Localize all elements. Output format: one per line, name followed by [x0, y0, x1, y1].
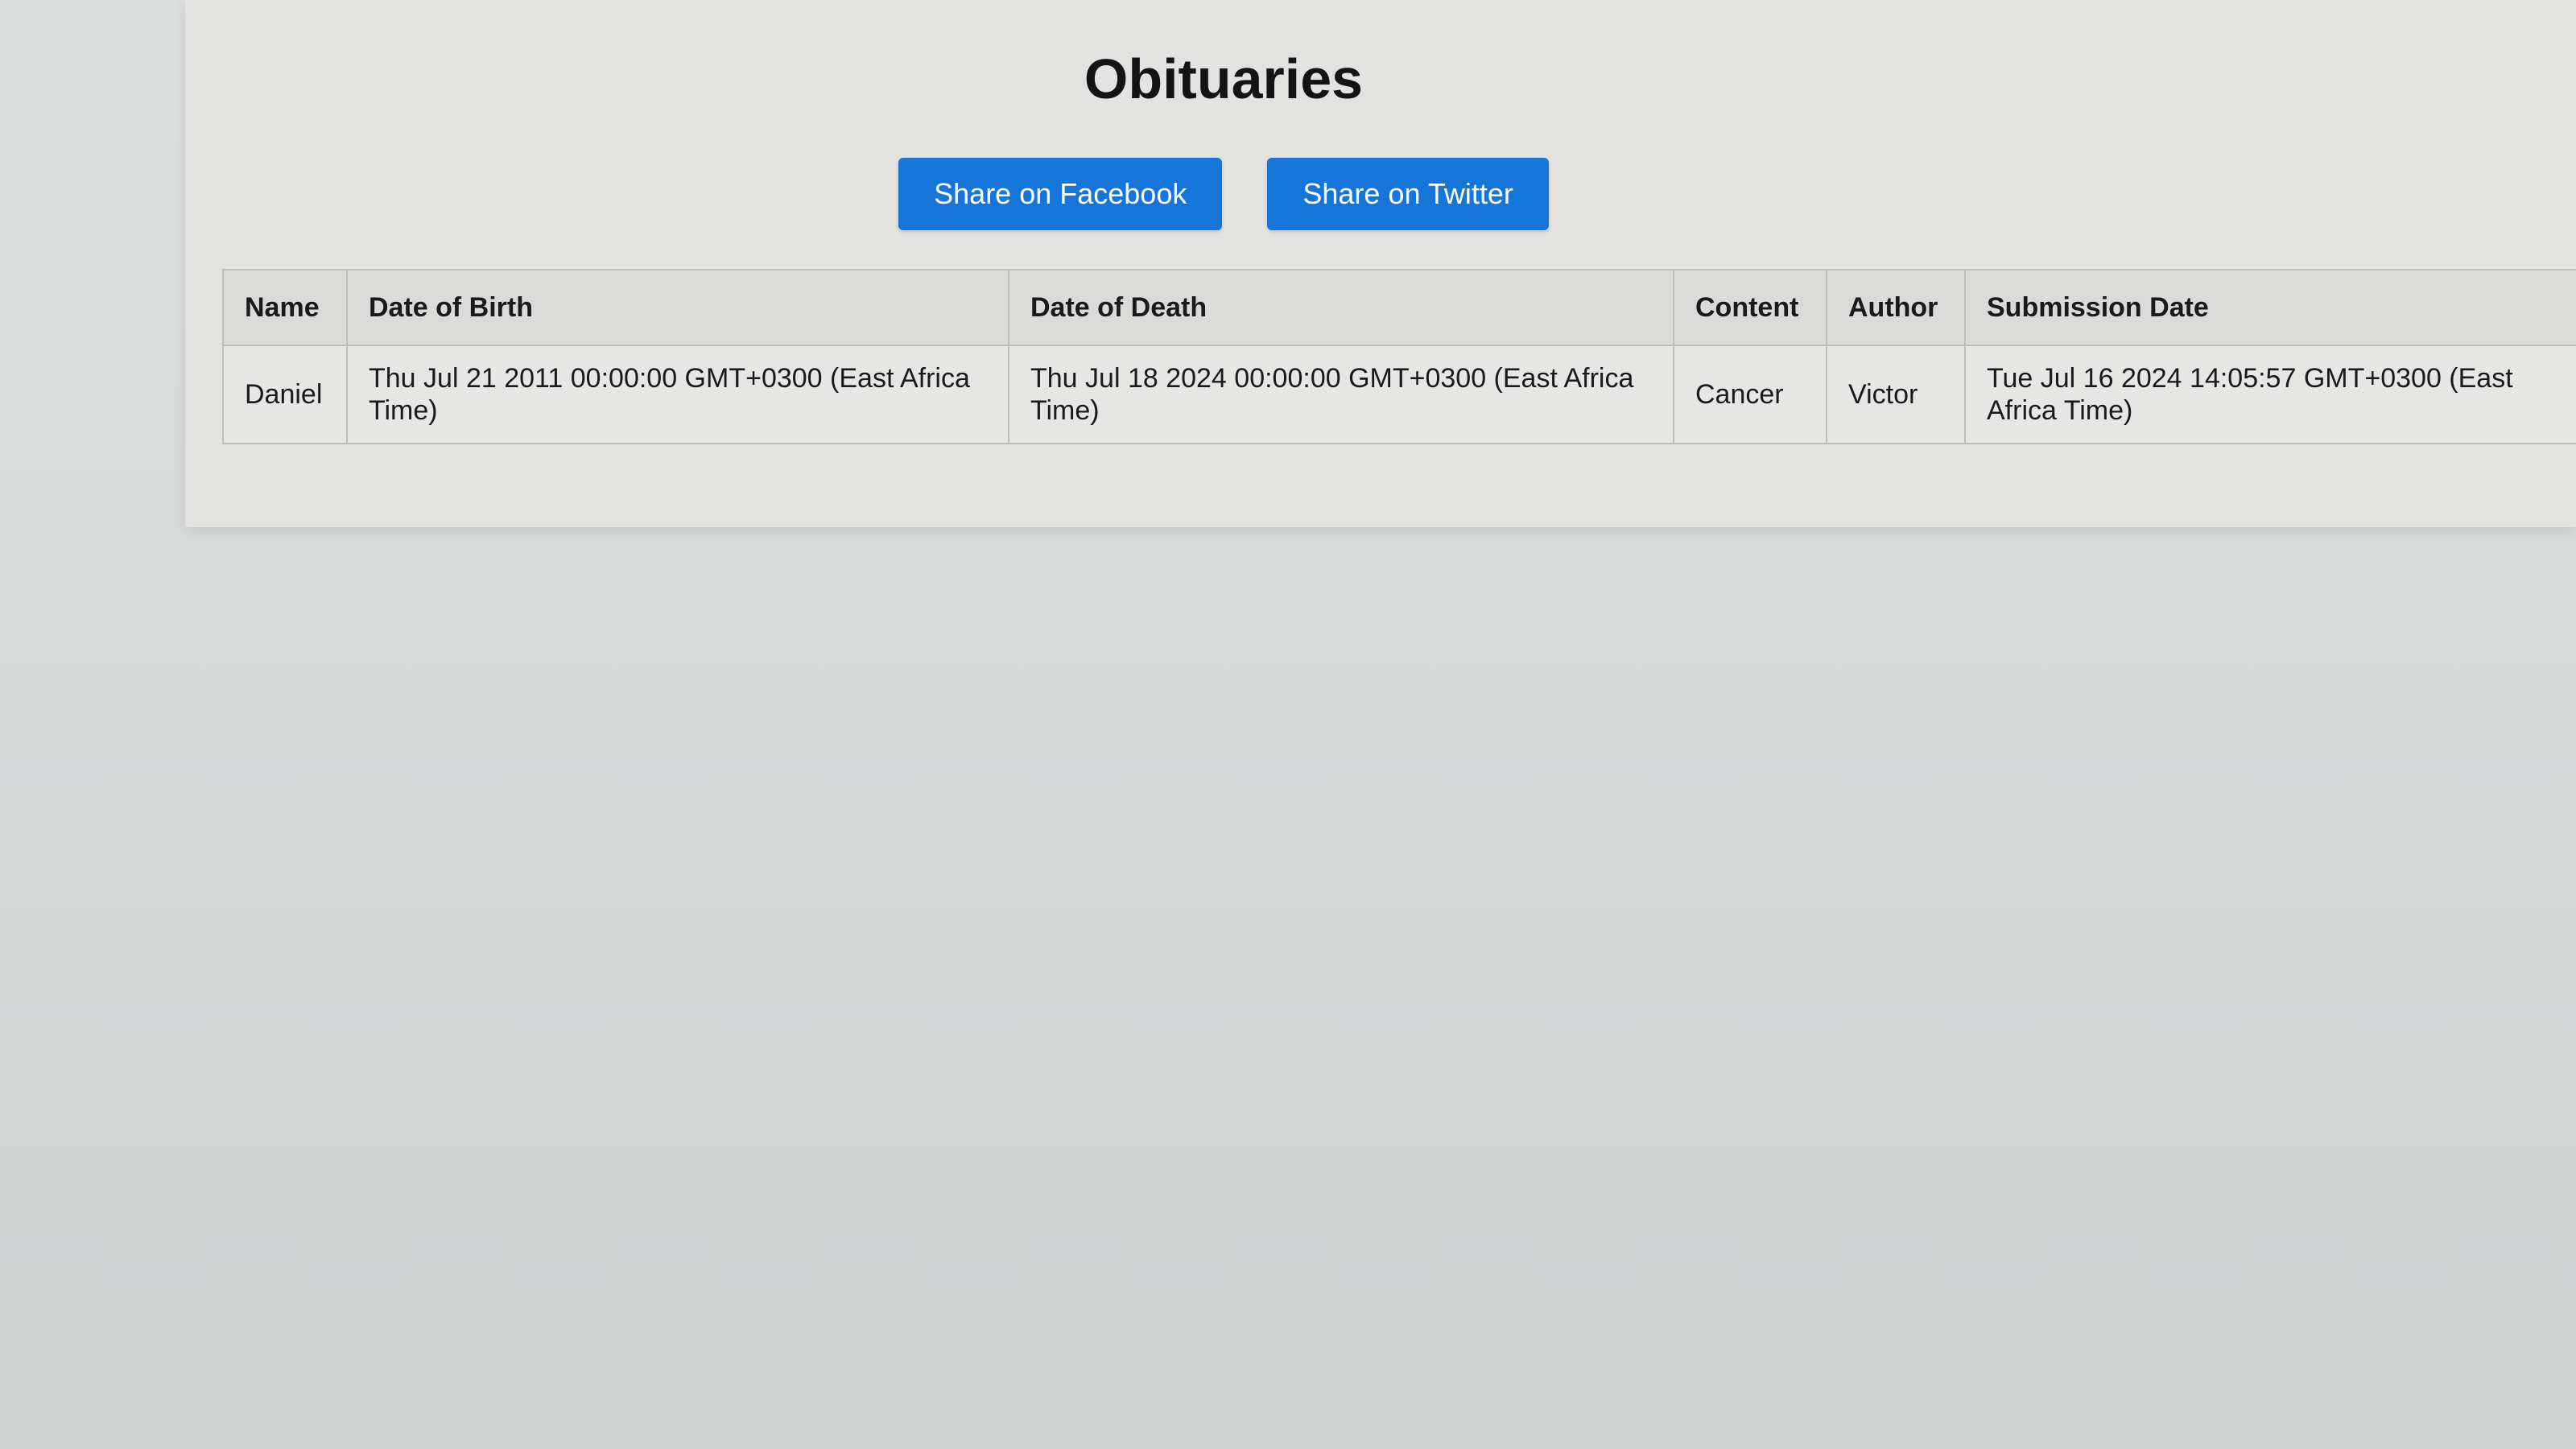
obituaries-table-container: Name Date of Birth Date of Death Content…	[222, 269, 2576, 444]
table-row: Daniel Thu Jul 21 2011 00:00:00 GMT+0300…	[222, 345, 2576, 444]
cell-date-of-birth: Thu Jul 21 2011 00:00:00 GMT+0300 (East …	[346, 345, 1009, 444]
share-twitter-button[interactable]: Share on Twitter	[1267, 158, 1549, 230]
table-header-row: Name Date of Birth Date of Death Content…	[222, 269, 2576, 346]
cell-submission-date: Tue Jul 16 2024 14:05:57 GMT+0300 (East …	[1964, 345, 2576, 444]
cell-content: Cancer	[1673, 345, 1827, 444]
cell-author: Victor	[1826, 345, 1966, 444]
screen: Obituaries Share on Facebook Share on Tw…	[0, 0, 2576, 1449]
header-name: Name	[222, 269, 348, 346]
header-author: Author	[1826, 269, 1966, 346]
cell-date-of-death: Thu Jul 18 2024 00:00:00 GMT+0300 (East …	[1008, 345, 1674, 444]
header-content: Content	[1673, 269, 1827, 346]
header-date-of-death: Date of Death	[1008, 269, 1674, 346]
header-date-of-birth: Date of Birth	[346, 269, 1009, 346]
share-buttons: Share on Facebook Share on Twitter	[0, 158, 2447, 230]
cell-name: Daniel	[222, 345, 348, 444]
header-submission-date: Submission Date	[1964, 269, 2576, 346]
share-facebook-button[interactable]: Share on Facebook	[898, 158, 1223, 230]
page-title: Obituaries	[1084, 47, 1364, 110]
obituaries-table: Name Date of Birth Date of Death Content…	[222, 269, 2576, 444]
